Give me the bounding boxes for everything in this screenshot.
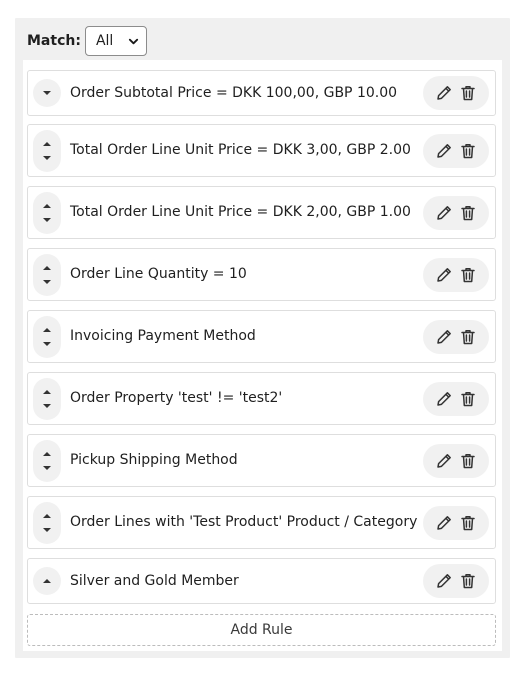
match-row: Match: All xyxy=(27,26,147,56)
trash-icon[interactable] xyxy=(459,572,477,590)
pencil-icon[interactable] xyxy=(435,514,453,532)
match-label: Match: xyxy=(27,33,81,49)
move-up-down-icon[interactable] xyxy=(33,316,61,358)
rule-actions xyxy=(423,564,489,598)
chevron-down-icon xyxy=(128,38,139,44)
rule-item: Silver and Gold Member xyxy=(27,558,496,604)
rule-item: Total Order Line Unit Price = DKK 2,00, … xyxy=(27,186,496,239)
rule-actions xyxy=(423,506,489,540)
rule-label: Order Property 'test' != 'test2' xyxy=(70,390,283,406)
trash-icon[interactable] xyxy=(459,328,477,346)
move-down-icon[interactable] xyxy=(33,79,61,107)
pencil-icon[interactable] xyxy=(435,572,453,590)
move-up-down-icon[interactable] xyxy=(33,192,61,234)
trash-icon[interactable] xyxy=(459,266,477,284)
rule-label: Order Subtotal Price = DKK 100,00, GBP 1… xyxy=(70,85,398,101)
pencil-icon[interactable] xyxy=(435,266,453,284)
rule-label: Order Line Quantity = 10 xyxy=(70,266,247,282)
move-up-down-icon[interactable] xyxy=(33,502,61,544)
move-up-down-icon[interactable] xyxy=(33,130,61,172)
rule-actions xyxy=(423,258,489,292)
rule-actions xyxy=(423,320,489,354)
add-rule-button[interactable]: Add Rule xyxy=(27,614,496,646)
rule-item: Invoicing Payment Method xyxy=(27,310,496,363)
rule-actions xyxy=(423,76,489,110)
trash-icon[interactable] xyxy=(459,84,477,102)
rule-actions xyxy=(423,444,489,478)
rule-item: Total Order Line Unit Price = DKK 3,00, … xyxy=(27,124,496,177)
move-up-down-icon[interactable] xyxy=(33,254,61,296)
rules-list: Order Subtotal Price = DKK 100,00, GBP 1… xyxy=(23,60,502,651)
rule-item: Order Lines with 'Test Product' Product … xyxy=(27,496,496,549)
rule-label: Order Lines with 'Test Product' Product … xyxy=(70,514,418,530)
trash-icon[interactable] xyxy=(459,452,477,470)
trash-icon[interactable] xyxy=(459,514,477,532)
pencil-icon[interactable] xyxy=(435,328,453,346)
match-select-value: All xyxy=(95,33,114,49)
rule-label: Pickup Shipping Method xyxy=(70,452,238,468)
rule-label: Invoicing Payment Method xyxy=(70,328,256,344)
rule-label: Total Order Line Unit Price = DKK 3,00, … xyxy=(70,142,411,158)
rules-panel: Match: All Order Subtotal Price = DKK 10… xyxy=(15,18,510,658)
rule-item: Order Subtotal Price = DKK 100,00, GBP 1… xyxy=(27,70,496,116)
move-up-down-icon[interactable] xyxy=(33,378,61,420)
rule-label: Silver and Gold Member xyxy=(70,573,239,589)
trash-icon[interactable] xyxy=(459,204,477,222)
pencil-icon[interactable] xyxy=(435,204,453,222)
rule-label: Total Order Line Unit Price = DKK 2,00, … xyxy=(70,204,411,220)
rule-item: Order Line Quantity = 10 xyxy=(27,248,496,301)
pencil-icon[interactable] xyxy=(435,452,453,470)
move-up-icon[interactable] xyxy=(33,567,61,595)
pencil-icon[interactable] xyxy=(435,142,453,160)
rule-actions xyxy=(423,382,489,416)
move-up-down-icon[interactable] xyxy=(33,440,61,482)
trash-icon[interactable] xyxy=(459,390,477,408)
rule-actions xyxy=(423,134,489,168)
trash-icon[interactable] xyxy=(459,142,477,160)
rule-item: Order Property 'test' != 'test2' xyxy=(27,372,496,425)
rule-actions xyxy=(423,196,489,230)
pencil-icon[interactable] xyxy=(435,390,453,408)
rule-item: Pickup Shipping Method xyxy=(27,434,496,487)
pencil-icon[interactable] xyxy=(435,84,453,102)
match-select[interactable]: All xyxy=(84,26,147,56)
